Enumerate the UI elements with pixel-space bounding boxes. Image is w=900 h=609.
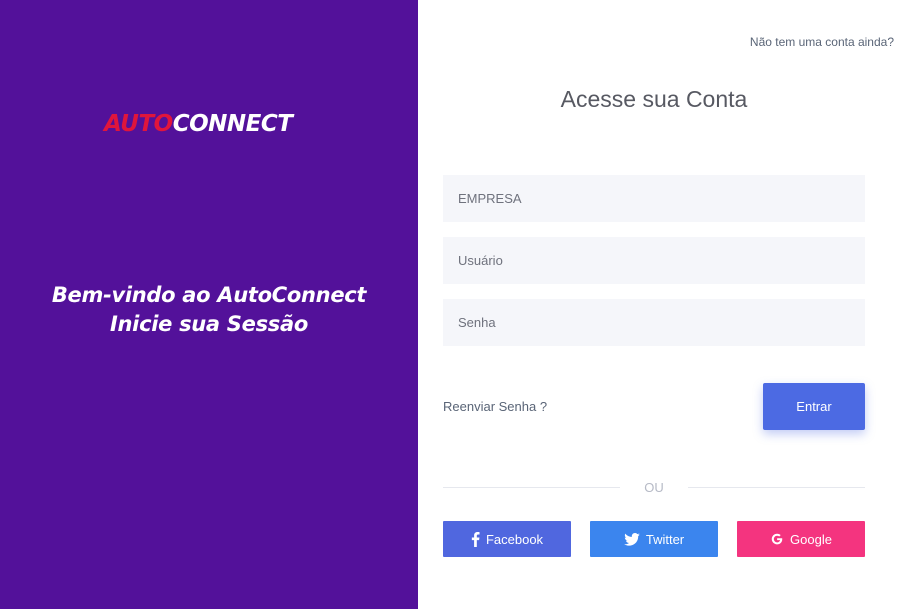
divider-label: OU <box>644 480 664 495</box>
google-login-button[interactable]: Google <box>737 521 865 557</box>
google-label: Google <box>790 531 832 547</box>
facebook-icon <box>471 531 480 547</box>
signup-link[interactable]: Não tem uma conta ainda? <box>750 35 894 49</box>
login-button[interactable]: Entrar <box>763 383 865 430</box>
google-icon <box>770 532 784 546</box>
twitter-label: Twitter <box>645 531 685 547</box>
divider-line-right <box>688 487 865 488</box>
logo-connect-text: CONNECT <box>172 111 293 137</box>
facebook-login-button[interactable]: Facebook <box>443 521 571 557</box>
resend-password-link[interactable]: Reenviar Senha ? <box>443 399 547 414</box>
company-input[interactable] <box>443 175 865 222</box>
twitter-login-button[interactable]: Twitter <box>590 521 718 557</box>
page-title: Acesse sua Conta <box>560 86 748 112</box>
twitter-icon <box>624 532 640 546</box>
username-input[interactable] <box>443 237 865 284</box>
brand-logo: AUTOCONNECT <box>104 111 293 137</box>
welcome-line-2: Inicie sua Sessão <box>110 312 308 336</box>
facebook-label: Facebook <box>485 531 544 547</box>
password-input[interactable] <box>443 299 865 346</box>
welcome-message: Bem-vindo ao AutoConnect Inicie sua Sess… <box>0 281 418 339</box>
logo-auto-text: AUTO <box>104 111 173 137</box>
divider-line-left <box>443 487 620 488</box>
welcome-line-1: Bem-vindo ao AutoConnect <box>51 283 367 307</box>
welcome-panel: AUTOCONNECT Bem-vindo ao AutoConnect Ini… <box>0 0 418 609</box>
